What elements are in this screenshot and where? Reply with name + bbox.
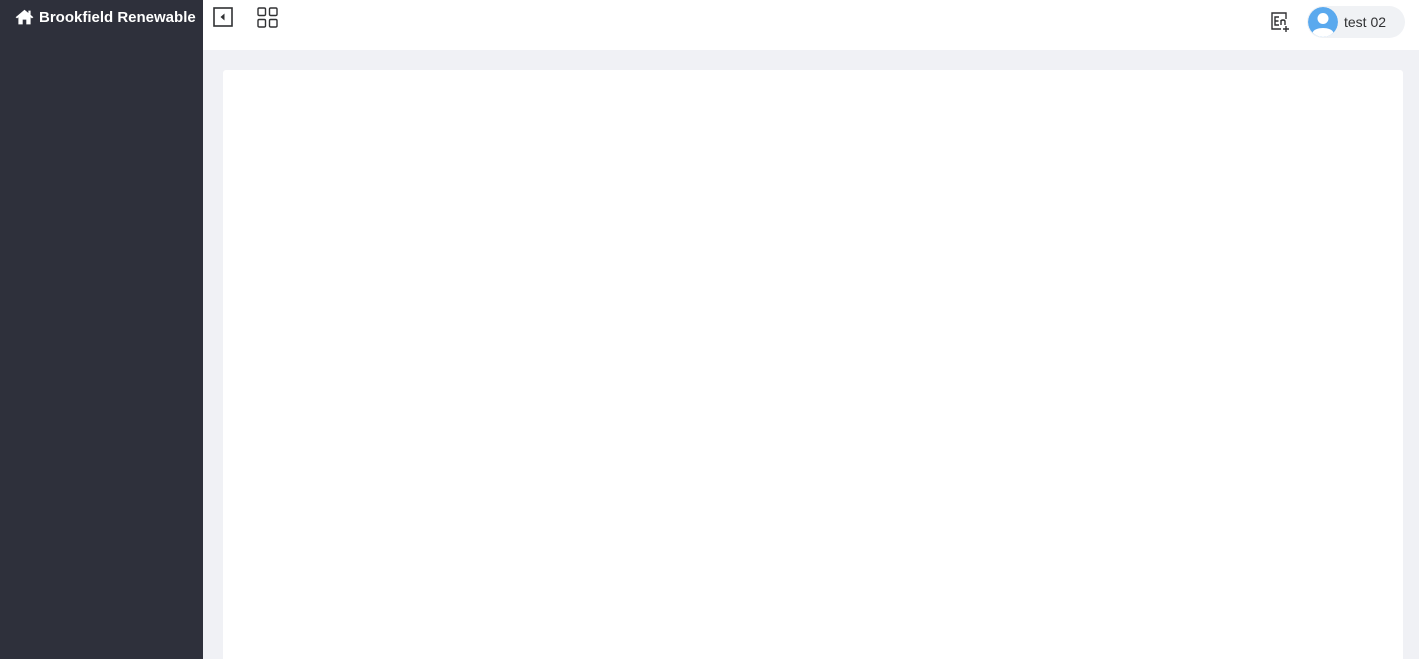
language-switch-button[interactable]	[1269, 11, 1293, 33]
language-switch-icon	[1269, 12, 1293, 37]
brand-title: Brookfield Renewable	[39, 8, 196, 26]
user-menu[interactable]: test 02	[1307, 6, 1405, 38]
grid-apps-icon	[257, 7, 278, 32]
user-name: test 02	[1344, 14, 1387, 30]
main-content-area	[203, 50, 1419, 659]
top-header: test 02	[203, 0, 1419, 50]
content-card	[223, 70, 1403, 659]
app-root: Brookfield Renewable test 02	[0, 0, 1419, 659]
apps-grid-button[interactable]	[257, 7, 278, 28]
collapse-sidebar-button[interactable]	[213, 7, 233, 27]
home-icon	[15, 9, 34, 25]
brand-home-link[interactable]: Brookfield Renewable	[0, 0, 203, 34]
user-avatar-icon	[1308, 7, 1338, 37]
collapse-sidebar-icon	[213, 7, 233, 31]
sidebar: Brookfield Renewable	[0, 0, 203, 659]
